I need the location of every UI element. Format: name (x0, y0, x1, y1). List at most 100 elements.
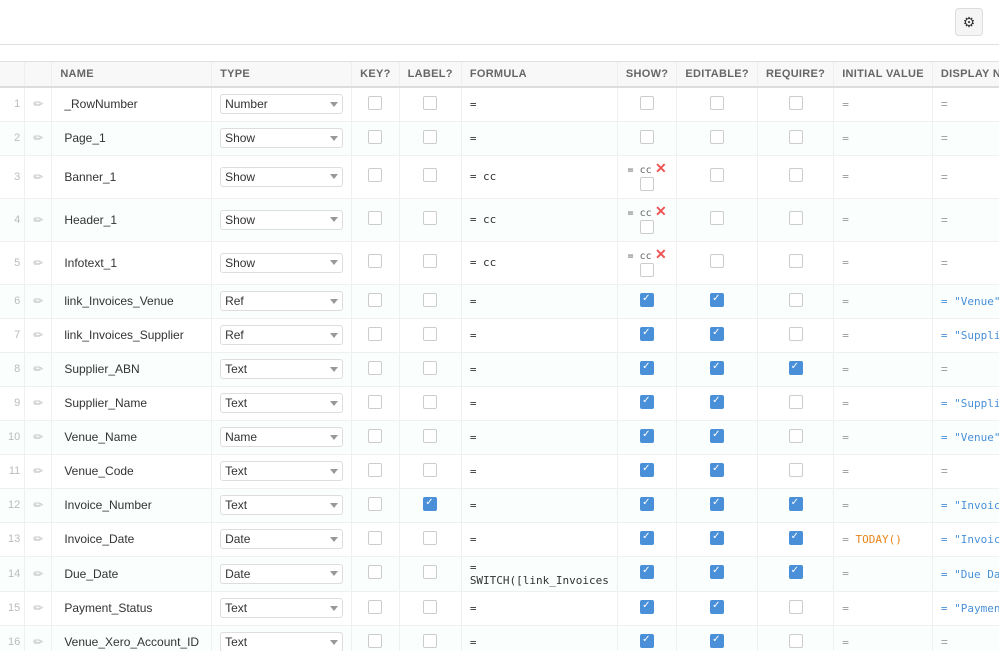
display-name-cell[interactable]: = "Payment Status" (932, 591, 999, 625)
editable-checkbox[interactable] (710, 211, 724, 225)
label-cell[interactable] (399, 522, 461, 556)
edit-cell[interactable]: ✏ (25, 556, 52, 591)
type-select[interactable]: NumberTextNameDateDecimalRefShowLongText… (220, 461, 343, 481)
type-select[interactable]: NumberTextNameDateDecimalRefShowLongText… (220, 632, 343, 651)
type-select[interactable]: NumberTextNameDateDecimalRefShowLongText… (220, 598, 343, 618)
initial-value-cell[interactable]: = (834, 155, 933, 198)
type-cell[interactable]: NumberTextNameDateDecimalRefShowLongText… (212, 155, 352, 198)
edit-icon[interactable]: ✏ (33, 396, 43, 410)
require-cell[interactable] (757, 386, 833, 420)
formula-cell[interactable]: = (461, 625, 617, 651)
display-name-cell[interactable]: = "Supplier" (932, 386, 999, 420)
edit-cell[interactable]: ✏ (25, 386, 52, 420)
label-checkbox[interactable] (423, 634, 437, 648)
label-cell[interactable] (399, 284, 461, 318)
key-cell[interactable] (352, 155, 400, 198)
edit-icon[interactable]: ✏ (33, 131, 43, 145)
formula-cell[interactable]: = (461, 420, 617, 454)
require-checkbox[interactable] (789, 361, 803, 375)
formula-cell[interactable]: = (461, 121, 617, 155)
require-checkbox[interactable] (789, 395, 803, 409)
type-select[interactable]: NumberTextNameDateDecimalRefShowLongText… (220, 529, 343, 549)
key-checkbox[interactable] (368, 600, 382, 614)
show-checkbox[interactable] (640, 177, 654, 191)
editable-checkbox[interactable] (710, 96, 724, 110)
show-cell[interactable] (617, 591, 676, 625)
initial-value-cell[interactable]: = (834, 241, 933, 284)
edit-icon[interactable]: ✏ (33, 601, 43, 615)
type-cell[interactable]: NumberTextNameDateDecimalRefShowLongText… (212, 352, 352, 386)
key-cell[interactable] (352, 625, 400, 651)
show-cell[interactable] (617, 352, 676, 386)
key-checkbox[interactable] (368, 96, 382, 110)
editable-cell[interactable] (677, 522, 758, 556)
type-select[interactable]: NumberTextNameDateDecimalRefShowLongText… (220, 359, 343, 379)
edit-cell[interactable]: ✏ (25, 87, 52, 121)
require-checkbox[interactable] (789, 254, 803, 268)
show-checkbox[interactable] (640, 395, 654, 409)
type-cell[interactable]: NumberTextNameDateDecimalRefShowLongText… (212, 522, 352, 556)
editable-checkbox[interactable] (710, 531, 724, 545)
label-checkbox[interactable] (423, 361, 437, 375)
key-cell[interactable] (352, 386, 400, 420)
show-cell[interactable] (617, 284, 676, 318)
require-checkbox[interactable] (789, 497, 803, 511)
display-name-cell[interactable]: = (932, 121, 999, 155)
require-checkbox[interactable] (789, 327, 803, 341)
show-checkbox[interactable] (640, 220, 654, 234)
label-cell[interactable] (399, 488, 461, 522)
editable-checkbox[interactable] (710, 395, 724, 409)
key-cell[interactable] (352, 241, 400, 284)
editable-cell[interactable] (677, 318, 758, 352)
display-name-cell[interactable]: = "Supplier" (932, 318, 999, 352)
editable-cell[interactable] (677, 420, 758, 454)
display-name-cell[interactable]: = "Venue" (932, 420, 999, 454)
edit-cell[interactable]: ✏ (25, 241, 52, 284)
label-cell[interactable] (399, 386, 461, 420)
require-cell[interactable] (757, 284, 833, 318)
display-name-cell[interactable]: = "Due Date" (932, 556, 999, 591)
show-cell[interactable] (617, 121, 676, 155)
type-select[interactable]: NumberTextNameDateDecimalRefShowLongText… (220, 128, 343, 148)
type-select[interactable]: NumberTextNameDateDecimalRefShowLongText… (220, 253, 343, 273)
show-checkbox[interactable] (640, 463, 654, 477)
settings-icon-btn[interactable]: ⚙ (955, 8, 983, 36)
require-cell[interactable] (757, 198, 833, 241)
editable-checkbox[interactable] (710, 254, 724, 268)
type-select[interactable]: NumberTextNameDateDecimalRefShowLongText… (220, 564, 343, 584)
initial-value-cell[interactable]: = (834, 284, 933, 318)
key-checkbox[interactable] (368, 254, 382, 268)
type-select[interactable]: NumberTextNameDateDecimalRefShowLongText… (220, 167, 343, 187)
label-cell[interactable] (399, 454, 461, 488)
edit-cell[interactable]: ✏ (25, 121, 52, 155)
require-checkbox[interactable] (789, 531, 803, 545)
show-checkbox[interactable] (640, 327, 654, 341)
formula-cell[interactable]: = (461, 87, 617, 121)
label-checkbox[interactable] (423, 395, 437, 409)
require-checkbox[interactable] (789, 96, 803, 110)
edit-icon[interactable]: ✏ (33, 328, 43, 342)
editable-checkbox[interactable] (710, 168, 724, 182)
display-name-cell[interactable]: = "Venue" (932, 284, 999, 318)
formula-cell[interactable]: = (461, 591, 617, 625)
formula-cell[interactable]: = (461, 386, 617, 420)
formula-cell[interactable]: = cc (461, 198, 617, 241)
edit-icon[interactable]: ✏ (33, 256, 43, 270)
edit-icon[interactable]: ✏ (33, 464, 43, 478)
label-checkbox[interactable] (423, 497, 437, 511)
label-cell[interactable] (399, 198, 461, 241)
initial-value-cell[interactable]: = (834, 318, 933, 352)
type-select[interactable]: NumberTextNameDateDecimalRefShowLongText… (220, 210, 343, 230)
key-cell[interactable] (352, 318, 400, 352)
type-cell[interactable]: NumberTextNameDateDecimalRefShowLongText… (212, 625, 352, 651)
edit-cell[interactable]: ✏ (25, 488, 52, 522)
show-cell[interactable]: = cc ✕ (617, 155, 676, 198)
require-cell[interactable] (757, 121, 833, 155)
show-checkbox[interactable] (640, 96, 654, 110)
view-data-source-button[interactable] (931, 18, 947, 26)
label-checkbox[interactable] (423, 211, 437, 225)
label-checkbox[interactable] (423, 293, 437, 307)
require-cell[interactable] (757, 522, 833, 556)
editable-checkbox[interactable] (710, 565, 724, 579)
show-checkbox[interactable] (640, 293, 654, 307)
